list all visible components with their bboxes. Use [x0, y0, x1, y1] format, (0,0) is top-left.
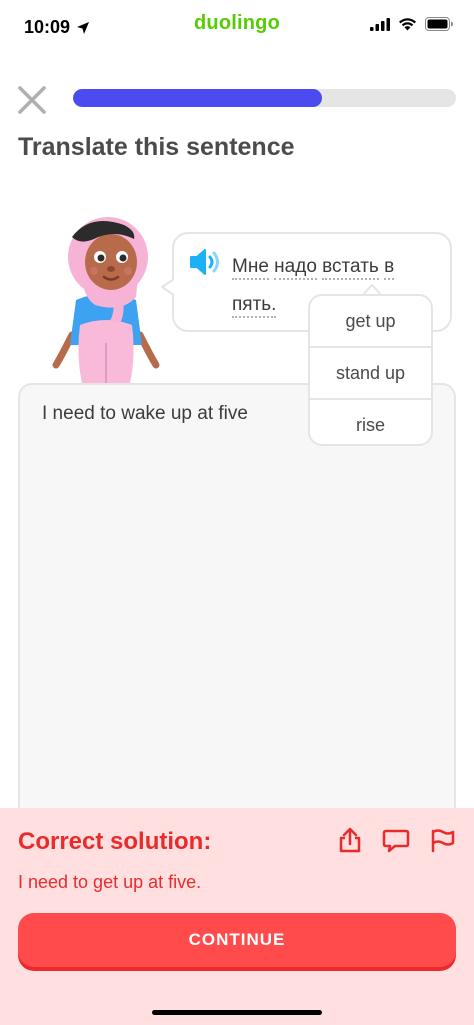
status-icons	[370, 17, 454, 31]
answer-textarea[interactable]	[18, 383, 456, 823]
home-indicator	[152, 1010, 322, 1015]
sentence-word[interactable]: встать	[322, 256, 379, 280]
continue-button[interactable]: CONTINUE	[18, 913, 456, 967]
speech-bubble-tail	[161, 278, 178, 296]
sentence-word[interactable]: Мне	[232, 256, 269, 280]
sentence-word[interactable]: пять.	[232, 294, 277, 318]
speaker-icon	[190, 249, 219, 275]
feedback-title: Correct solution:	[18, 828, 212, 855]
character-illustration	[52, 217, 160, 383]
sentence-word[interactable]: надо	[274, 256, 317, 280]
lesson-progress-bar	[73, 89, 456, 107]
close-button[interactable]	[16, 84, 48, 116]
hint-option[interactable]: stand up	[310, 348, 431, 400]
page-title: Translate this sentence	[18, 133, 295, 161]
battery-icon	[425, 17, 453, 31]
signal-icon	[370, 17, 390, 31]
progress-fill	[73, 89, 322, 107]
answer-text: I need to wake up at five	[42, 403, 248, 424]
share-button[interactable]	[336, 826, 364, 854]
share-icon	[339, 827, 361, 853]
report-comment-button[interactable]	[382, 826, 410, 854]
flag-icon	[431, 829, 455, 853]
word-hint-popup: get up stand up rise	[308, 294, 433, 446]
correct-solution-text: I need to get up at five.	[18, 872, 202, 892]
wifi-icon	[399, 18, 416, 31]
speaker-button[interactable]	[188, 247, 222, 277]
comment-icon	[382, 829, 410, 853]
hint-option[interactable]: rise	[310, 400, 431, 444]
report-flag-button[interactable]	[428, 826, 456, 854]
close-icon	[18, 86, 46, 114]
hint-option[interactable]: get up	[310, 296, 431, 348]
sentence-word[interactable]: в	[384, 256, 395, 280]
